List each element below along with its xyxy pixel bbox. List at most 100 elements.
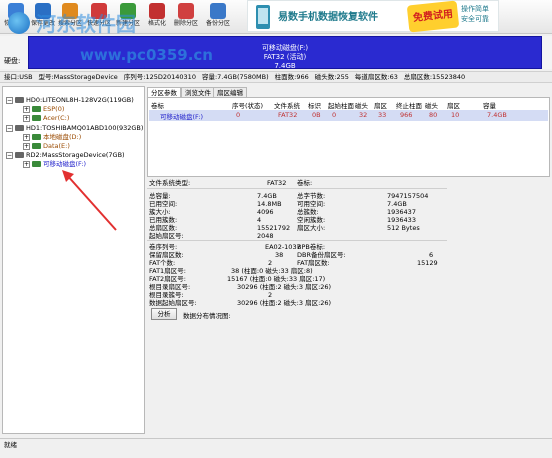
toolbar-button-5[interactable]: 格式化 xyxy=(144,2,170,32)
ad-banner[interactable]: 易数手机数据恢复软件 免费试用 操作简单 安全可靠 xyxy=(247,0,499,33)
tree-node-label: RD2:MassStorageDevice(7GB) xyxy=(26,151,125,159)
tree-disk-node[interactable]: − HD1:TOSHIBAMQ01ABD100(932GB) xyxy=(6,124,143,133)
disk-info-item: 型号:MassStorageDevice xyxy=(38,73,118,81)
analyze-button[interactable]: 分析 xyxy=(151,308,177,320)
tree-node-label: HD0:LITEONL8H-128V2G(119GB) xyxy=(26,96,134,104)
toolbar-button-label: 搜索分区 xyxy=(57,20,82,27)
field-label: DBR备份扇区号: xyxy=(297,251,346,259)
toolbar-button-2[interactable]: 搜索分区 xyxy=(57,2,83,32)
toolbar-button-0[interactable]: 恢复文件 xyxy=(3,2,29,32)
table-header[interactable]: 标识 xyxy=(308,100,321,110)
expand-icon[interactable]: + xyxy=(23,105,30,113)
tree-partition-node[interactable]: + 本地磁盘(D:) xyxy=(23,133,81,142)
divider xyxy=(147,188,447,189)
toolbar-button-label: 恢复文件 xyxy=(3,20,28,27)
field-value: 4 xyxy=(257,216,262,224)
expand-icon[interactable]: + xyxy=(23,114,30,122)
table-header[interactable]: 容量 xyxy=(483,100,496,110)
tree-node-label: ESP(0) xyxy=(43,105,65,113)
table-header[interactable]: 扇区 xyxy=(447,100,460,110)
table-header[interactable]: 终止柱面 xyxy=(396,100,422,110)
field-label: 扇区大小: xyxy=(297,224,326,232)
field-label: FAT扇区数: xyxy=(297,259,330,267)
collapse-icon[interactable]: − xyxy=(6,96,13,104)
banner-badge[interactable]: 免费试用 xyxy=(406,0,460,33)
disk-info-item: 磁头数:255 xyxy=(314,73,349,81)
table-cell: 0 xyxy=(332,111,337,119)
table-cell: 80 xyxy=(429,111,438,119)
collapse-icon[interactable]: − xyxy=(6,124,13,132)
tree-disk-node[interactable]: − HD0:LITEONL8H-128V2G(119GB) xyxy=(6,96,134,105)
table-header[interactable]: 文件系统 xyxy=(274,100,300,110)
expand-icon[interactable]: + xyxy=(23,142,30,150)
field-value: 30296 (柱面:2 磁头:3 扇区:26) xyxy=(237,299,332,307)
field-label: 已用空间: xyxy=(149,200,178,208)
table-header[interactable]: 序号(状态) xyxy=(232,100,263,110)
field-value: 30296 (柱面:2 磁头:3 扇区:26) xyxy=(237,283,332,291)
disk-info-item: 容量:7.4GB(7580MB) xyxy=(201,73,269,81)
field-value: 1936433 xyxy=(387,216,416,224)
toolbar-icon xyxy=(178,3,194,19)
field-label: 根目录簇号: xyxy=(149,291,184,299)
table-header[interactable]: 扇区 xyxy=(374,100,387,110)
toolbar-button-1[interactable]: 保存更改 xyxy=(30,2,56,32)
partition-icon xyxy=(32,143,41,149)
disk-tree[interactable]: − HD0:LITEONL8H-128V2G(119GB) + ESP(0) + Acer… xyxy=(2,86,145,434)
table-cell: 可移动磁盘(F:) xyxy=(160,113,203,121)
table-header[interactable]: 卷标 xyxy=(151,100,164,110)
toolbar-button-3[interactable]: 快速分区 xyxy=(86,2,112,32)
field-value: 38 (柱面:0 磁头:33 扇区:8) xyxy=(231,267,313,275)
field-value: FAT32 xyxy=(267,179,287,187)
table-cell: 33 xyxy=(378,111,387,119)
tab-0[interactable]: 分区参数 xyxy=(147,87,181,97)
field-label: 总容量: xyxy=(149,192,171,200)
field-value: 1936437 xyxy=(387,208,416,216)
partition-icon xyxy=(32,106,41,112)
field-value: 6 xyxy=(429,251,434,259)
field-label: 空闲簇数: xyxy=(297,216,326,224)
toolbar-button-label: 快速分区 xyxy=(86,20,111,27)
field-value: 7947157504 xyxy=(387,192,429,200)
collapse-icon[interactable]: − xyxy=(6,151,13,159)
field-value: 2048 xyxy=(257,232,274,240)
table-header[interactable]: 磁头 xyxy=(425,100,438,110)
expand-icon[interactable]: + xyxy=(23,133,30,141)
toolbar-icon xyxy=(149,3,165,19)
field-value: 15129 xyxy=(417,259,438,267)
annotation-arrow xyxy=(62,170,117,231)
tree-partition-node[interactable]: + ESP(0) xyxy=(23,105,64,114)
divider xyxy=(147,240,447,241)
toolbar-button-6[interactable]: 删除分区 xyxy=(173,2,199,32)
tree-disk-node[interactable]: − RD2:MassStorageDevice(7GB) xyxy=(6,151,125,160)
expand-icon[interactable]: + xyxy=(23,160,30,168)
field-label: 已用簇数: xyxy=(149,216,178,224)
tree-node-label: 可移动磁盘(F:) xyxy=(43,160,86,168)
field-label: FAT1扇区号: xyxy=(149,267,186,275)
field-label: 总字节数: xyxy=(297,192,326,200)
table-header[interactable]: 磁头 xyxy=(355,100,368,110)
tab-2[interactable]: 扇区编辑 xyxy=(213,87,247,97)
field-label: 总扇区数: xyxy=(149,224,178,232)
disk-info-item: 总扇区数:15523840 xyxy=(403,73,466,81)
toolbar-button-7[interactable]: 备份分区 xyxy=(205,2,231,32)
tree-node-label: HD1:TOSHIBAMQ01ABD100(932GB) xyxy=(26,124,144,132)
banner-text: 易数手机数据恢复软件 xyxy=(278,12,378,23)
toolbar-button-4[interactable]: 新建分区 xyxy=(115,2,141,32)
banner-right: 操作简单 安全可靠 xyxy=(461,4,497,24)
field-label: 簇大小: xyxy=(149,208,171,216)
tree-partition-node[interactable]: + Data(E:) xyxy=(23,142,70,151)
toolbar-button-label: 新建分区 xyxy=(115,20,140,27)
tree-partition-node[interactable]: + Acer(C:) xyxy=(23,114,69,123)
tab-1[interactable]: 浏览文件 xyxy=(181,87,215,97)
table-cell: 966 xyxy=(400,111,413,119)
partition-table[interactable]: 卷标 序号(状态) 文件系统 标识 起始柱面 磁头 扇区 终止柱面 磁头 扇区 容量 可移动磁盘(F:… xyxy=(147,97,550,177)
toolbar-button-label: 备份分区 xyxy=(205,20,230,27)
table-header[interactable]: 起始柱面 xyxy=(328,100,354,110)
table-cell: 32 xyxy=(359,111,368,119)
field-value: 2 xyxy=(268,259,273,267)
tree-node-label: Acer(C:) xyxy=(43,114,70,122)
field-label: 总簇数: xyxy=(297,208,319,216)
toolbar-icon xyxy=(91,3,107,19)
field-value: 7.4GB xyxy=(257,192,277,200)
table-cell: 0 xyxy=(236,111,241,119)
